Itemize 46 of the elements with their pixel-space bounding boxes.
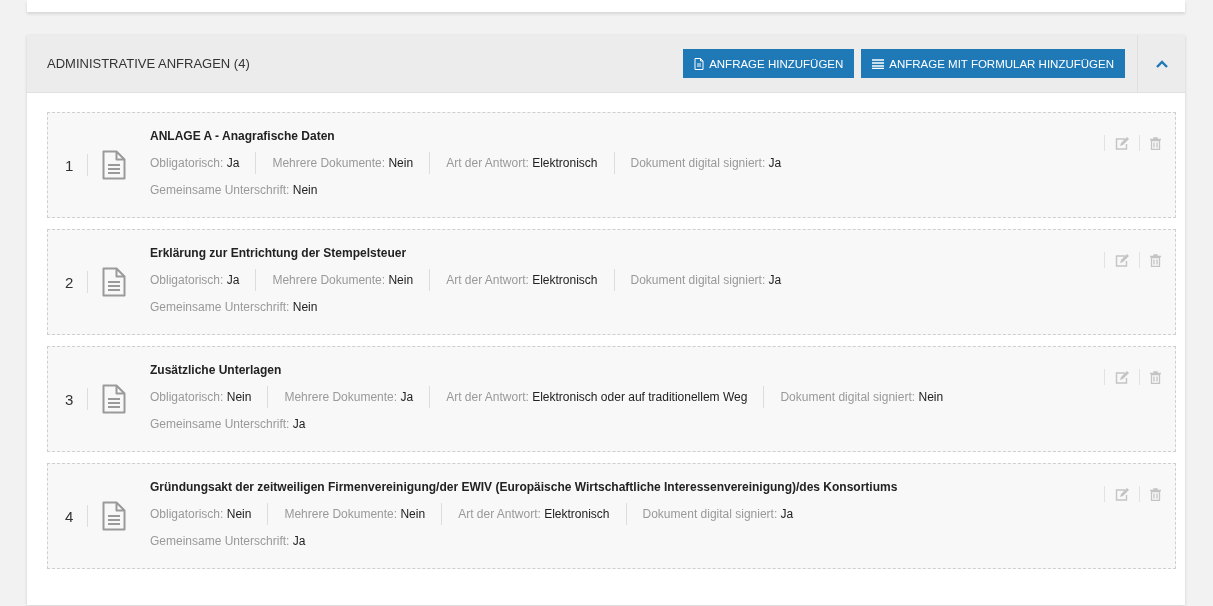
field-text: Art der Antwort: Elektronisch [441, 503, 626, 525]
field-text: Dokument digital signiert: Ja [613, 269, 798, 291]
field-text: Gemeinsame Unterschrift: Ja [150, 417, 307, 431]
document-icon [694, 57, 705, 70]
request-title: ANLAGE A - Anagrafische Daten [150, 129, 336, 143]
document-icon [102, 150, 126, 180]
document-icon [102, 267, 126, 297]
list-icon [872, 58, 885, 69]
edit-icon[interactable] [1115, 487, 1129, 501]
trash-icon[interactable] [1150, 253, 1161, 267]
field-text: Dokument digital signiert: Nein [763, 386, 960, 408]
request-number: 2 [65, 273, 75, 291]
request-title: Gründungsakt der zeitweiligen Firmenvereinigung/der EWIV (Europäische Wirtschaftliche Interessenvereinigung)/des Konsortiums [150, 480, 898, 494]
document-icon [102, 384, 126, 414]
trash-icon[interactable] [1150, 136, 1161, 150]
document-icon [102, 501, 126, 531]
request-number: 4 [65, 507, 75, 525]
field-text: Gemeinsame Unterschrift: Nein [150, 183, 319, 197]
field-text: Dokument digital signiert: Ja [613, 152, 798, 174]
edit-icon[interactable] [1115, 253, 1129, 267]
field-text: Art der Antwort: Elektronisch [429, 152, 614, 174]
trash-icon[interactable] [1150, 487, 1161, 501]
request-number: 1 [65, 156, 75, 174]
edit-icon[interactable] [1115, 136, 1129, 150]
field-text: Art der Antwort: Elektronisch [429, 269, 614, 291]
trash-icon[interactable] [1150, 370, 1161, 384]
panel-title: ADMINISTRATIVE ANFRAGEN (4) [47, 56, 251, 71]
field-text: Gemeinsame Unterschrift: Nein [150, 300, 319, 314]
add-button[interactable]: ANFRAGE HINZUFÜGEN [683, 49, 855, 78]
field-text: Mehrere Dokumente: Nein [255, 152, 430, 174]
field-text: Obligatorisch: Ja [150, 272, 241, 289]
chevron-up-icon [1155, 59, 1168, 68]
field-text: Mehrere Dokumente: Ja [267, 386, 430, 408]
add-button[interactable]: ANFRAGE MIT FORMULAR HINZUFÜGEN [861, 49, 1125, 78]
edit-icon[interactable] [1115, 370, 1129, 384]
field-text: Dokument digital signiert: Ja [625, 503, 810, 525]
request-title: Zusätzliche Unterlagen [150, 363, 283, 377]
field-text: Obligatorisch: Ja [150, 155, 241, 172]
request-title: Erklärung zur Entrichtung der Stempelsteuer [150, 246, 408, 260]
field-text: Mehrere Dokumente: Nein [255, 269, 430, 291]
field-text: Gemeinsame Unterschrift: Ja [150, 534, 307, 548]
request-number: 3 [65, 390, 75, 408]
field-text: Art der Antwort: Elektronisch oder auf traditionellem Weg [429, 386, 764, 408]
field-text: Obligatorisch: Nein [150, 506, 253, 523]
field-text: Obligatorisch: Nein [150, 389, 253, 406]
field-text: Mehrere Dokumente: Nein [267, 503, 442, 525]
